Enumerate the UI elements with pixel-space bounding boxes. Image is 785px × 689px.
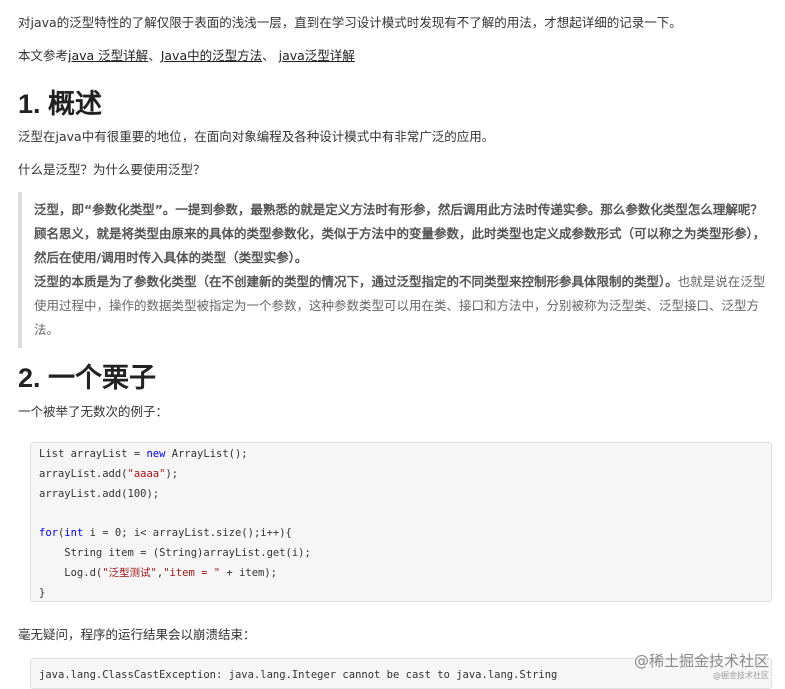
references-paragraph: 本文参考java 泛型详解、Java中的泛型方法、 java泛型详解 <box>18 46 355 66</box>
watermark-subtext: @掘金技术社区 <box>713 671 769 680</box>
reference-link-2[interactable]: Java中的泛型方法 <box>161 48 262 63</box>
references-separator: 、 <box>148 48 161 63</box>
code-line: arrayList.add("aaaa"); <box>39 467 179 480</box>
code-line: for(int i = 0; i< arrayList.size();i++){ <box>39 527 292 540</box>
quote-bold-text: 泛型，即“参数化类型”。一提到参数，最熟悉的就是定义方法时有形参，然后调用此方法… <box>34 202 766 265</box>
code-line: Log.d("泛型测试","item = " + item); <box>39 566 278 579</box>
reference-link-3[interactable]: java泛型详解 <box>279 48 355 63</box>
watermark: @稀土掘金技术社区 @掘金技术社区 <box>634 650 769 681</box>
references-prefix: 本文参考 <box>18 48 69 63</box>
exception-text: java.lang.ClassCastException: java.lang.… <box>39 669 558 681</box>
overview-paragraph: 泛型在java中有很重要的地位，在面向对象编程及各种设计模式中有非常广泛的应用。 <box>18 129 495 144</box>
code-line: arrayList.add(100); <box>39 487 160 500</box>
quote-bold-text: 泛型的本质是为了参数化类型（在不创建新的类型的情况下，通过泛型指定的不同类型来控… <box>34 274 678 289</box>
code-line: String item = (String)arrayList.get(i); <box>39 546 311 559</box>
reference-link-1[interactable]: java 泛型详解 <box>68 48 148 63</box>
watermark-text: @稀土掘金技术社区 <box>633 652 769 670</box>
code-line: List arrayList = new ArrayList(); <box>39 448 248 460</box>
intro-paragraph: 对java的泛型特性的了解仅限于表面的浅浅一层，直到在学习设计模式时发现有不了解… <box>18 15 682 30</box>
question-paragraph: 什么是泛型？为什么要使用泛型？ <box>18 162 206 177</box>
code-block: List arrayList = new ArrayList(); arrayL… <box>30 442 772 602</box>
blockquote: 泛型，即“参数化类型”。一提到参数，最熟悉的就是定义方法时有形参，然后调用此方法… <box>18 192 774 348</box>
section-heading-example: 2. 一个栗子 <box>18 363 157 393</box>
example-intro-paragraph: 一个被举了无数次的例子： <box>18 404 169 419</box>
section-heading-overview: 1. 概述 <box>18 89 103 119</box>
references-separator: 、 <box>262 48 279 63</box>
result-paragraph: 毫无疑问，程序的运行结果会以崩溃结束： <box>18 627 256 642</box>
code-line: } <box>39 586 46 599</box>
